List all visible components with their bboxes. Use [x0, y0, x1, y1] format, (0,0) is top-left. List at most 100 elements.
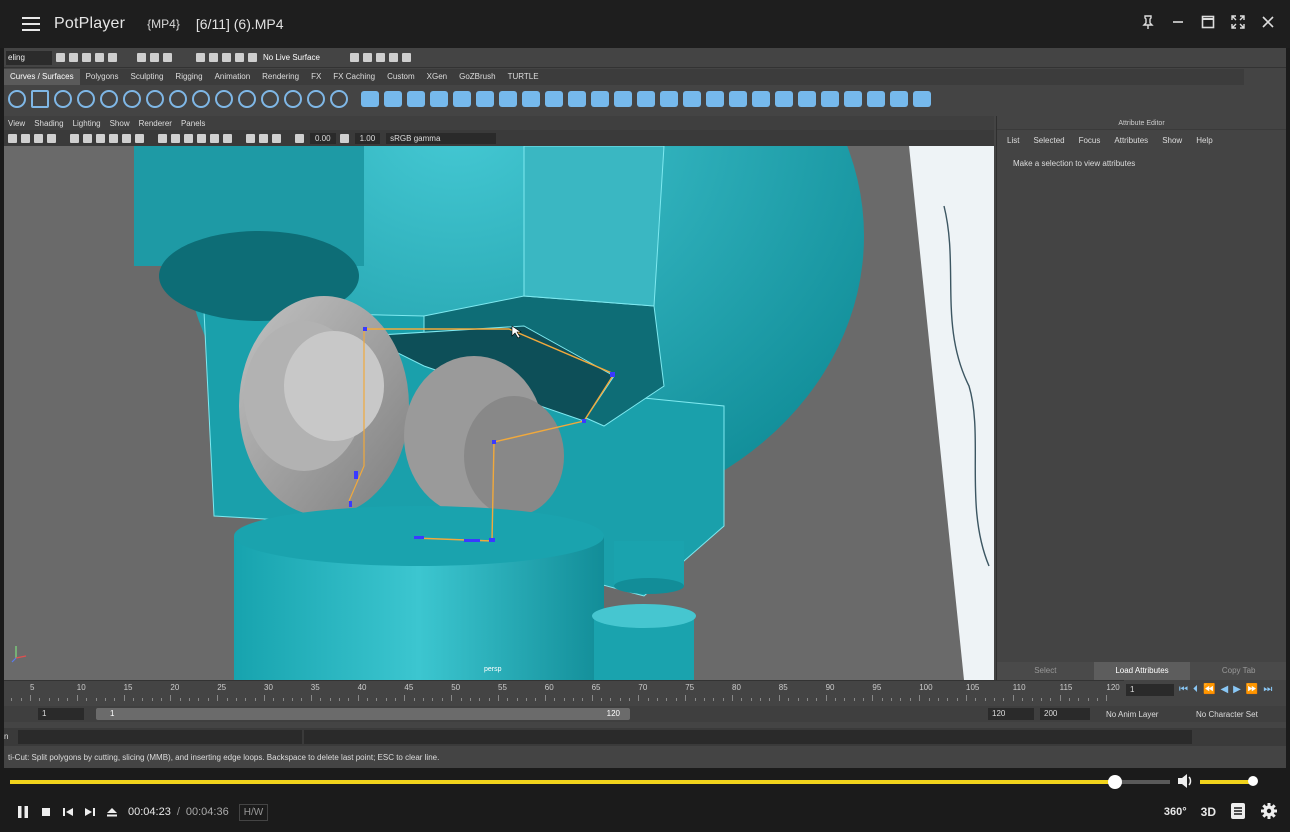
fullscreen-icon[interactable]: [1230, 14, 1246, 30]
add-points-icon[interactable]: [307, 90, 325, 108]
new-scene-icon[interactable]: [56, 53, 65, 62]
field-chart-icon[interactable]: [122, 133, 131, 143]
shelf-tab-fx-caching[interactable]: FX Caching: [327, 69, 381, 85]
gamma-icon[interactable]: [339, 133, 349, 143]
insert-knot-icon[interactable]: [215, 90, 233, 108]
lock-camera-icon[interactable]: [21, 133, 30, 143]
nurbs-circle-icon[interactable]: [8, 90, 26, 108]
insert-isoparm-icon[interactable]: [867, 91, 885, 107]
untrim-icon[interactable]: [752, 91, 770, 107]
panel-menu-lighting[interactable]: Lighting: [73, 119, 101, 128]
snap-point-icon[interactable]: [222, 53, 231, 62]
ae-menu-list[interactable]: List: [1007, 136, 1019, 145]
3d-button[interactable]: 3D: [1201, 805, 1216, 819]
bevel-plus-icon[interactable]: [614, 91, 632, 107]
panel-menu-renderer[interactable]: Renderer: [139, 119, 172, 128]
playlist-icon[interactable]: [1230, 802, 1246, 823]
hw-decoder-badge[interactable]: H/W: [238, 803, 269, 821]
shelf-tab-polygons[interactable]: Polygons: [80, 69, 125, 85]
undo-icon[interactable]: [95, 53, 104, 62]
step-back-icon[interactable]: ⏴: [1193, 684, 1198, 695]
detach-surfaces-icon[interactable]: [798, 91, 816, 107]
panel-menu-shading[interactable]: Shading: [34, 119, 63, 128]
go-to-end-icon[interactable]: ⏭: [1263, 684, 1272, 695]
pause-icon[interactable]: [16, 805, 30, 819]
copy-tab-button[interactable]: Copy Tab: [1190, 662, 1286, 680]
lights-icon[interactable]: [210, 133, 219, 143]
nurbs-square-icon[interactable]: [31, 90, 49, 108]
persp-viewport[interactable]: persp: [4, 146, 994, 680]
bezier-curve-icon[interactable]: [146, 90, 164, 108]
redo-icon[interactable]: [108, 53, 117, 62]
shadows-icon[interactable]: [223, 133, 232, 143]
go-to-start-icon[interactable]: ⏮: [1179, 684, 1188, 695]
shelf-tab-rendering[interactable]: Rendering: [256, 69, 305, 85]
pin-icon[interactable]: [1140, 14, 1156, 30]
isolate-select-icon[interactable]: [272, 133, 281, 143]
menu-icon[interactable]: [22, 17, 40, 31]
shelf-tab-custom[interactable]: Custom: [381, 69, 421, 85]
extend-curve-icon[interactable]: [238, 90, 256, 108]
panel-menu-view[interactable]: View: [8, 119, 25, 128]
render-settings-icon[interactable]: [375, 53, 385, 62]
panel-menu-panels[interactable]: Panels: [181, 119, 205, 128]
offset-curve-icon[interactable]: [261, 90, 279, 108]
film-gate-icon[interactable]: [83, 133, 92, 143]
exposure-icon[interactable]: [295, 133, 304, 143]
exposure-field[interactable]: 0.00: [310, 132, 336, 144]
snap-surface-icon[interactable]: [248, 53, 257, 62]
sculpt-geometry-icon[interactable]: [890, 91, 908, 107]
birail-icon[interactable]: [591, 91, 609, 107]
settings-icon[interactable]: [1260, 802, 1278, 823]
wireframe-icon[interactable]: [158, 133, 167, 143]
pencil-curve-icon[interactable]: [100, 90, 118, 108]
next-icon[interactable]: [84, 806, 96, 818]
textured-icon[interactable]: [197, 133, 206, 143]
minimize-icon[interactable]: [1170, 14, 1186, 30]
step-back-key-icon[interactable]: ⏪: [1203, 684, 1215, 695]
select-hierarchy-icon[interactable]: [137, 53, 146, 62]
close-icon[interactable]: [1260, 14, 1276, 30]
shelf-tab-rigging[interactable]: Rigging: [169, 69, 208, 85]
eject-icon[interactable]: [106, 806, 118, 818]
panel-menu-show[interactable]: Show: [110, 119, 130, 128]
extrude-icon[interactable]: [568, 91, 586, 107]
attach-curves-icon[interactable]: [169, 90, 187, 108]
stop-icon[interactable]: [40, 806, 52, 818]
volume-handle[interactable]: [1248, 776, 1259, 786]
cv-curve-icon[interactable]: [54, 90, 72, 108]
gate-mask-icon[interactable]: [109, 133, 118, 143]
seek-bar[interactable]: [10, 775, 1170, 789]
snap-curve-icon[interactable]: [209, 53, 218, 62]
resolution-gate-icon[interactable]: [96, 133, 105, 143]
project-curve-icon[interactable]: [683, 91, 701, 107]
select-component-icon[interactable]: [163, 53, 172, 62]
range-end-field[interactable]: 120: [988, 708, 1034, 720]
ae-menu-selected[interactable]: Selected: [1033, 136, 1064, 145]
rebuild-curve-icon[interactable]: [284, 90, 302, 108]
shelf-tab-turtle[interactable]: TURTLE: [502, 69, 545, 85]
character-set-dropdown[interactable]: No Character Set: [1196, 710, 1258, 719]
shelf-tab-xgen[interactable]: XGen: [421, 69, 453, 85]
nurbs-sphere-icon[interactable]: [361, 91, 379, 107]
hypershade-icon[interactable]: [388, 53, 398, 62]
shelf-tab-gozbrush[interactable]: GoZBrush: [453, 69, 501, 85]
grid-icon[interactable]: [70, 133, 79, 143]
smooth-shade-icon[interactable]: [171, 133, 180, 143]
vr-360-button[interactable]: 360°: [1164, 806, 1187, 818]
xray-icon[interactable]: [246, 133, 255, 143]
nurbs-cone-icon[interactable]: [430, 91, 448, 107]
maximize-icon[interactable]: [1200, 14, 1216, 30]
step-forward-key-icon[interactable]: ⏩: [1246, 684, 1258, 695]
current-frame-field[interactable]: 1: [1126, 684, 1174, 696]
ae-menu-attributes[interactable]: Attributes: [1114, 136, 1148, 145]
bookmark-icon[interactable]: [34, 133, 43, 143]
square-surface-icon[interactable]: [660, 91, 678, 107]
video-area[interactable]: eling No Live Surface Curves / Surfaces …: [4, 48, 1286, 768]
shelf-tab-sculpting[interactable]: Sculpting: [125, 69, 170, 85]
safe-action-icon[interactable]: [135, 133, 144, 143]
rebuild-surface-icon[interactable]: [913, 91, 931, 107]
render-icon[interactable]: [349, 53, 359, 62]
align-surfaces-icon[interactable]: [821, 91, 839, 107]
load-attributes-button[interactable]: Load Attributes: [1093, 662, 1191, 680]
